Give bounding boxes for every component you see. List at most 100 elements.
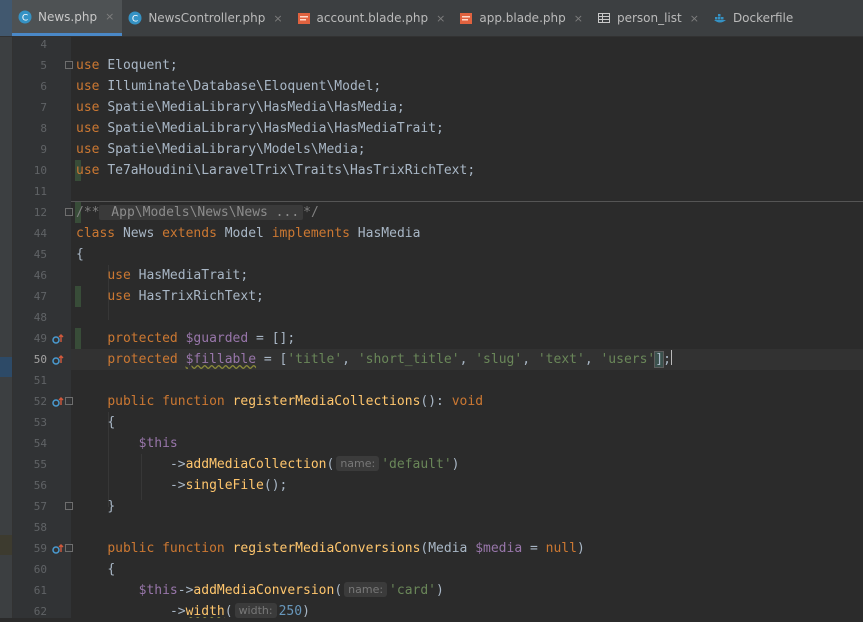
close-icon[interactable]: × (105, 10, 114, 23)
keyword: implements (271, 226, 350, 241)
database-table-icon (597, 11, 611, 25)
svg-text:C: C (132, 15, 138, 25)
text-caret (670, 350, 672, 365)
code-line-57: } (76, 496, 115, 517)
editor-tab-bar: C News.php × C NewsController.php × acco… (0, 0, 863, 37)
tab-bar-edge (0, 0, 12, 36)
folded-doc-comment[interactable]: App\Models\News\News ... (99, 205, 304, 220)
implements-method-icon[interactable] (52, 354, 64, 366)
close-icon[interactable]: × (690, 12, 699, 25)
line-number-gutter[interactable]: 4 5 6 7 8 9 10 11 12 44 45 46 47 48 49 5… (13, 37, 81, 618)
tab-label: Dockerfile (732, 11, 794, 25)
arrow: -> (169, 478, 186, 493)
line-number: 6 (40, 80, 47, 93)
string: 'default' (381, 457, 452, 472)
code-text: = []; (248, 331, 296, 346)
tab-person-list[interactable]: person_list × (591, 0, 707, 36)
code-line-50: protected $fillable = ['title', 'short_t… (76, 349, 672, 370)
function-name: singleFile (185, 478, 264, 493)
parameter-hint: width: (234, 603, 277, 618)
string: 'slug' (475, 352, 523, 367)
string: 'card' (389, 583, 437, 598)
keyword: use (76, 163, 100, 178)
strip-highlight (0, 357, 12, 377)
function-name: registerMediaConversions (232, 541, 421, 556)
code-line-47: use HasTrixRichText; (76, 286, 264, 307)
code-line-54: $this (76, 433, 178, 454)
doc-comment-close: */ (303, 205, 319, 220)
tab-newscontroller-php[interactable]: C NewsController.php × (122, 0, 290, 36)
tab-news-php[interactable]: C News.php × (12, 0, 123, 36)
keyword: use (107, 268, 131, 283)
keyword: null (545, 541, 577, 556)
line-number: 61 (33, 584, 47, 597)
code-line-5: use Eloquent; (76, 55, 178, 76)
string: 'short_title' (357, 352, 460, 367)
blade-template-icon (297, 11, 311, 25)
code-text: Te7aHoudini\LaravelTrix\Traits\HasTrixRi… (107, 163, 476, 178)
comma: , (459, 352, 476, 367)
line-number: 11 (33, 185, 47, 198)
tab-dockerfile[interactable]: Dockerfile (707, 0, 801, 36)
keyword: use (76, 79, 100, 94)
function-name: addMediaCollection (185, 457, 327, 472)
string: 'title' (287, 352, 343, 367)
implements-method-icon[interactable] (52, 543, 64, 555)
close-icon[interactable]: × (436, 12, 445, 25)
tab-app-blade-php[interactable]: app.blade.php × (453, 0, 591, 36)
line-number: 47 (33, 290, 47, 303)
string: 'text' (537, 352, 585, 367)
parent-class: Model (216, 226, 272, 241)
line-number: 9 (40, 143, 47, 156)
brace: { (76, 247, 84, 262)
code-line-10: use Te7aHoudini\LaravelTrix\Traits\HasTr… (76, 160, 475, 181)
code-line-7: use Spatie\MediaLibrary\HasMedia\HasMedi… (76, 97, 405, 118)
keyword: class (76, 226, 116, 241)
interface-name: HasMedia (349, 226, 421, 241)
strip-highlight (0, 535, 12, 555)
code-line-6: use Illuminate\Database\Eloquent\Model; (76, 76, 381, 97)
paren: ( (326, 457, 335, 472)
keyword: public (107, 394, 155, 409)
line-number: 46 (33, 269, 47, 282)
tab-label: person_list (616, 11, 682, 25)
doc-comment-open: /** (76, 205, 100, 220)
docker-icon (713, 11, 727, 25)
comma: , (584, 352, 601, 367)
keyword: void (451, 394, 484, 409)
code-text: Eloquent; (107, 58, 178, 73)
implements-method-icon[interactable] (52, 333, 64, 345)
code-text: Spatie\MediaLibrary\HasMedia\HasMediaTra… (107, 121, 444, 136)
code-text: Spatie\MediaLibrary\HasMedia\HasMedia; (107, 100, 405, 115)
line-number: 51 (33, 374, 47, 387)
close-icon[interactable]: × (273, 12, 282, 25)
keyword: use (76, 100, 100, 115)
implements-method-icon[interactable] (52, 396, 64, 408)
code-line-53: { (76, 412, 115, 433)
code-editor[interactable]: use Eloquent; use Illuminate\Database\El… (71, 37, 863, 618)
line-number: 5 (40, 59, 47, 72)
code-line-46: use HasMediaTrait; (76, 265, 248, 286)
svg-text:C: C (22, 13, 28, 23)
keyword: use (76, 58, 100, 73)
code-text: (Media (420, 541, 476, 556)
semicolon: ; (663, 352, 671, 367)
matched-bracket: ] (654, 351, 665, 368)
line-number: 53 (33, 416, 47, 429)
close-icon[interactable]: × (574, 12, 583, 25)
tab-account-blade-php[interactable]: account.blade.php × (291, 0, 454, 36)
line-number: 52 (33, 395, 47, 408)
code-line-12: /** App\Models\News\News ... */ (76, 202, 319, 223)
